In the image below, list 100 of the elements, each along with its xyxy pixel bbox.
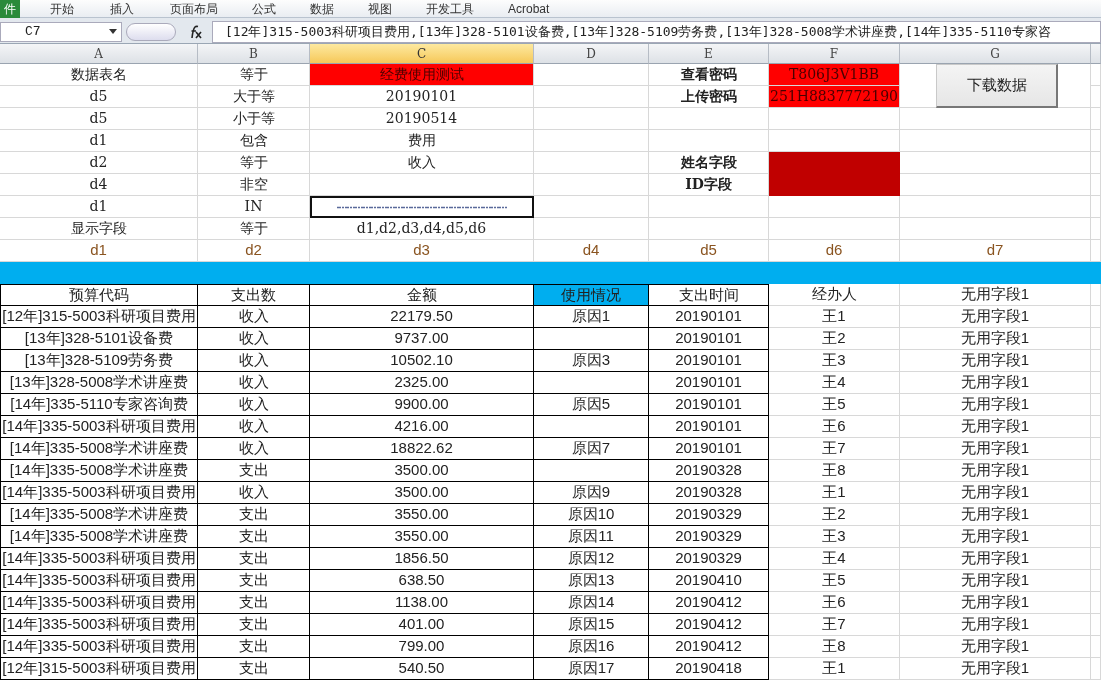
table-cell: 无用字段1: [900, 570, 1091, 592]
table-cell: [1091, 592, 1101, 614]
table-cell: [1091, 526, 1101, 548]
table-cell[interactable]: d1,d2,d3,d4,d5,d6: [310, 218, 534, 240]
column-header: 经办人: [769, 284, 900, 306]
table-cell: 等于: [198, 218, 310, 240]
table-cell: d1: [0, 130, 198, 152]
table-cell: [1091, 372, 1101, 394]
ribbon-tab[interactable]: 开始: [48, 0, 76, 18]
dropdown-icon[interactable]: [109, 29, 117, 34]
ribbon-tab[interactable]: 开发工具: [424, 0, 476, 18]
formula-text[interactable]: [12年]315-5003科研项目费用,[13年]328-5101设备费,[13年]328-5109劳务费,[13年]328-5008学术讲座费,[14年]335-5110专家咨: [212, 20, 1101, 43]
table-cell: [1091, 394, 1101, 416]
table-cell: 原因7: [534, 438, 649, 460]
table-cell: 王7: [769, 438, 900, 460]
table-cell: 支出: [198, 548, 310, 570]
table-cell: 10502.10: [310, 350, 534, 372]
table-cell: [13年]328-5008学术讲座费: [0, 372, 198, 394]
table-cell: 支出: [198, 636, 310, 658]
table-cell: [1091, 658, 1101, 680]
table-cell: d1: [0, 196, 198, 218]
splitter-handle[interactable]: [126, 22, 176, 41]
table-cell: 无用字段1: [900, 350, 1091, 372]
password-value: T806J3V1BB: [769, 64, 900, 86]
table-cell: 无用字段1: [900, 438, 1091, 460]
table-cell: 20190412: [649, 636, 769, 658]
table-cell: [1091, 130, 1101, 152]
table-cell: 无用字段1: [900, 416, 1091, 438]
column-header[interactable]: B: [198, 44, 310, 64]
table-cell[interactable]: [310, 196, 534, 218]
input-area[interactable]: [769, 152, 900, 196]
ribbon-tab[interactable]: 公式: [250, 0, 278, 18]
table-cell: 收入: [198, 416, 310, 438]
table-cell: [1091, 284, 1101, 306]
table-cell: 支出: [198, 504, 310, 526]
column-header: 无用字段1: [900, 284, 1091, 306]
table-cell: [14年]335-5003科研项目费用: [0, 592, 198, 614]
table-cell: [13年]328-5109劳务费: [0, 350, 198, 372]
table-cell: 无用字段1: [900, 372, 1091, 394]
table-cell[interactable]: 20190514: [310, 108, 534, 130]
table-cell: 无用字段1: [900, 460, 1091, 482]
table-cell: 非空: [198, 174, 310, 196]
table-cell: 大于等: [198, 86, 310, 108]
table-cell[interactable]: 经费使用测试: [310, 64, 534, 86]
table-cell: 无用字段1: [900, 526, 1091, 548]
column-header[interactable]: C: [310, 44, 534, 64]
table-cell: 9900.00: [310, 394, 534, 416]
table-cell: [1091, 328, 1101, 350]
table-cell: 王3: [769, 350, 900, 372]
table-cell: [1091, 504, 1101, 526]
column-header[interactable]: A: [0, 44, 198, 64]
column-header[interactable]: F: [769, 44, 900, 64]
table-cell: 支出: [198, 526, 310, 548]
name-box[interactable]: C7: [0, 21, 122, 42]
ribbon-tab[interactable]: 插入: [108, 0, 136, 18]
table-cell: 王7: [769, 614, 900, 636]
table-cell: 401.00: [310, 614, 534, 636]
ribbon-tab[interactable]: 数据: [308, 0, 336, 18]
column-header: 预算代码: [0, 284, 198, 306]
table-cell: 小于等: [198, 108, 310, 130]
ribbon-tab[interactable]: 页面布局: [168, 0, 220, 18]
table-cell: [1091, 614, 1101, 636]
table-cell: 20190101: [649, 416, 769, 438]
table-cell: [1091, 152, 1101, 174]
table-cell: [14年]335-5003科研项目费用: [0, 482, 198, 504]
table-cell: [1091, 636, 1101, 658]
table-cell: 原因17: [534, 658, 649, 680]
ribbon-tab[interactable]: 视图: [366, 0, 394, 18]
table-cell: [14年]335-5008学术讲座费: [0, 504, 198, 526]
table-cell[interactable]: 费用: [310, 130, 534, 152]
table-cell: [14年]335-5003科研项目费用: [0, 416, 198, 438]
file-tab[interactable]: 件: [0, 0, 20, 18]
table-cell: IN: [198, 196, 310, 218]
column-header[interactable]: E: [649, 44, 769, 64]
table-cell: 王6: [769, 592, 900, 614]
table-cell: 无用字段1: [900, 328, 1091, 350]
table-cell: 支出: [198, 614, 310, 636]
table-cell: 20190329: [649, 526, 769, 548]
table-cell: 原因12: [534, 548, 649, 570]
table-cell: 收入: [198, 350, 310, 372]
column-header[interactable]: G: [900, 44, 1091, 64]
download-button[interactable]: 下载数据: [936, 64, 1058, 108]
table-cell: 原因11: [534, 526, 649, 548]
table-cell: [14年]335-5008学术讲座费: [0, 526, 198, 548]
table-cell: d2: [0, 152, 198, 174]
table-cell: 支出: [198, 658, 310, 680]
table-cell: 9737.00: [310, 328, 534, 350]
table-cell: 3550.00: [310, 504, 534, 526]
table-cell: 王3: [769, 526, 900, 548]
table-cell: 20190418: [649, 658, 769, 680]
ribbon-tab[interactable]: Acrobat: [506, 0, 552, 18]
table-cell: d5: [0, 108, 198, 130]
table-cell[interactable]: 20190101: [310, 86, 534, 108]
column-header[interactable]: D: [534, 44, 649, 64]
table-cell: 原因13: [534, 570, 649, 592]
table-cell: 原因9: [534, 482, 649, 504]
table-cell: 王6: [769, 416, 900, 438]
table-cell: 王5: [769, 570, 900, 592]
table-cell: 收入: [198, 372, 310, 394]
table-cell[interactable]: 收入: [310, 152, 534, 174]
